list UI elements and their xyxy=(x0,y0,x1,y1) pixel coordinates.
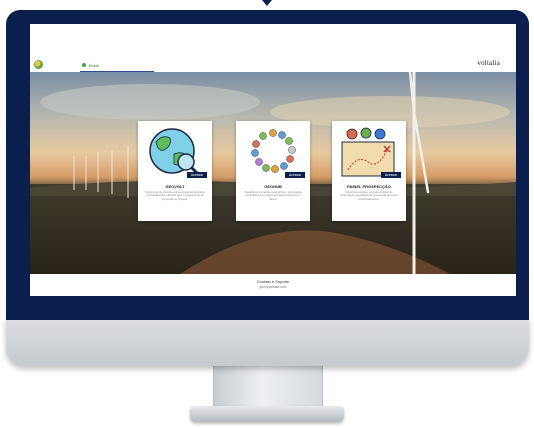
monitor-stand-neck xyxy=(213,364,323,410)
access-button[interactable]: Acessar xyxy=(285,172,305,178)
nav-tab-brasil[interactable]: Brasil xyxy=(80,59,154,73)
access-button[interactable]: Acessar xyxy=(187,172,207,178)
monitor-stand-base xyxy=(190,406,344,422)
brand-logo: voltalia xyxy=(477,59,500,67)
access-button[interactable]: Acessar xyxy=(381,172,401,178)
monitor-screen: Brasil voltalia Acessar GEOVOLT Ferramen… xyxy=(30,24,516,296)
monitor-chin xyxy=(6,318,529,366)
card-geovolt[interactable]: Acessar GEOVOLT Ferramenta de consulta a… xyxy=(138,121,212,221)
card-title: GEOVOLT xyxy=(165,184,185,189)
card-description: Painel para análise, consulta e edição d… xyxy=(340,191,398,201)
flag-icon xyxy=(82,63,86,67)
top-bar: Brasil voltalia xyxy=(30,24,516,73)
nav-tab-label: Brasil xyxy=(89,62,100,68)
card-title: GEOHUB xyxy=(264,184,282,189)
card-painel-prospeccao[interactable]: Acessar PAINEL PROSPECÇÃO Painel para an… xyxy=(332,121,406,221)
card-title: PAINEL PROSPECÇÃO xyxy=(347,184,391,189)
card-geohub[interactable]: Acessar GEOHUB Visualize as formações ge… xyxy=(236,121,310,221)
card-description: Ferramenta de consulta a áreas espaciais… xyxy=(145,191,205,201)
card-description: Visualize as formações geográficas e inf… xyxy=(244,191,302,201)
footer: Contato e Suporte geo@voltalia.com xyxy=(30,274,516,296)
camera-notch xyxy=(262,0,272,6)
logo-icon[interactable] xyxy=(34,60,43,69)
footer-contact[interactable]: geo@voltalia.com xyxy=(30,285,516,289)
hero-banner: Acessar GEOVOLT Ferramenta de consulta a… xyxy=(30,72,516,274)
footer-title: Contato e Suporte xyxy=(256,279,290,284)
